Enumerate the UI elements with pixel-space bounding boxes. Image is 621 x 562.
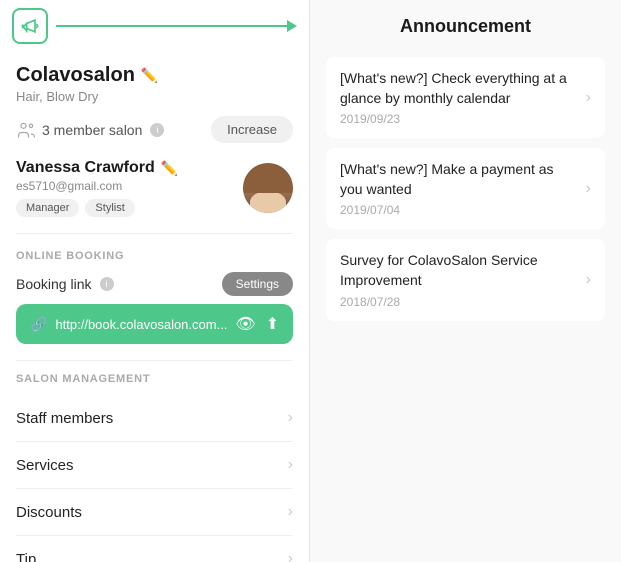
announcement-item-0[interactable]: [What's new?] Check everything at a glan… [326, 57, 605, 138]
avatar-hair [243, 163, 293, 193]
settings-button[interactable]: Settings [222, 272, 293, 296]
tag-stylist: Stylist [85, 199, 134, 217]
link-actions: 👁 ⬆ [235, 314, 279, 334]
info-icon[interactable]: i [150, 123, 164, 137]
avatar [243, 163, 293, 213]
staff-name-row: Vanessa Crawford ✏️ [16, 159, 233, 177]
top-bar [0, 0, 309, 52]
staff-email: es5710@gmail.com [16, 179, 233, 193]
salon-name-row: Colavosalon ✏️ [16, 64, 293, 87]
announcement-item-2[interactable]: Survey for ColavoSalon Service Improveme… [326, 239, 605, 320]
booking-left: Booking link i [16, 276, 114, 292]
menu-item-discounts[interactable]: Discounts › [16, 489, 293, 536]
announcement-content-0: [What's new?] Check everything at a glan… [340, 69, 576, 126]
salon-edit-icon[interactable]: ✏️ [141, 67, 158, 84]
announcement-item-1[interactable]: [What's new?] Make a payment as you want… [326, 148, 605, 229]
booking-row: Booking link i Settings [16, 272, 293, 296]
staff-name: Vanessa Crawford [16, 159, 155, 177]
salon-type: Hair, Blow Dry [16, 89, 293, 104]
member-left: 3 member salon i [16, 120, 164, 140]
staff-edit-icon[interactable]: ✏️ [161, 160, 178, 177]
left-panel: Colavosalon ✏️ Hair, Blow Dry 3 member s… [0, 0, 310, 562]
staff-card: Vanessa Crawford ✏️ es5710@gmail.com Man… [16, 159, 293, 234]
announcement-chevron-1: › [586, 180, 591, 198]
menu-discounts-label: Discounts [16, 504, 82, 521]
staff-tags: Manager Stylist [16, 199, 233, 217]
announcement-date-1: 2019/07/04 [340, 203, 576, 217]
member-row: 3 member salon i Increase [16, 116, 293, 143]
announcement-chevron-2: › [586, 271, 591, 289]
link-icon: 🔗 [30, 316, 47, 333]
salon-name: Colavosalon [16, 64, 135, 87]
booking-link-bar[interactable]: 🔗 http://book.colavosalon.com... 👁 ⬆ [16, 304, 293, 344]
right-panel: Announcement [What's new?] Check everyth… [310, 0, 621, 562]
chevron-staff: › [288, 409, 293, 427]
staff-info: Vanessa Crawford ✏️ es5710@gmail.com Man… [16, 159, 233, 217]
tag-manager: Manager [16, 199, 79, 217]
announcement-text-2: Survey for ColavoSalon Service Improveme… [340, 251, 576, 290]
booking-info-icon[interactable]: i [100, 277, 114, 291]
menu-services-label: Services [16, 457, 74, 474]
salon-management-label: SALON MANAGEMENT [16, 373, 293, 385]
main-content: Colavosalon ✏️ Hair, Blow Dry 3 member s… [0, 52, 309, 562]
menu-item-tip[interactable]: Tip › [16, 536, 293, 562]
online-booking-label: ONLINE BOOKING [16, 250, 293, 262]
chevron-tip: › [288, 550, 293, 562]
chevron-discounts: › [288, 503, 293, 521]
announcement-chevron-0: › [586, 89, 591, 107]
avatar-image [243, 163, 293, 213]
announcement-text-0: [What's new?] Check everything at a glan… [340, 69, 576, 108]
booking-link-label: Booking link [16, 276, 92, 292]
announcement-text-1: [What's new?] Make a payment as you want… [340, 160, 576, 199]
menu-tip-label: Tip [16, 551, 36, 562]
announcement-content-1: [What's new?] Make a payment as you want… [340, 160, 576, 217]
chevron-services: › [288, 456, 293, 474]
announcement-content-2: Survey for ColavoSalon Service Improveme… [340, 251, 576, 308]
increase-button[interactable]: Increase [211, 116, 293, 143]
members-icon [16, 120, 36, 140]
share-icon[interactable]: ⬆ [266, 314, 279, 334]
megaphone-button[interactable] [12, 8, 48, 44]
menu-staff-label: Staff members [16, 410, 113, 427]
arrow-connector [56, 20, 297, 32]
booking-link-text: http://book.colavosalon.com... [55, 317, 227, 332]
menu-item-staff[interactable]: Staff members › [16, 395, 293, 442]
member-count: 3 member salon [42, 122, 142, 138]
announcement-date-0: 2019/09/23 [340, 112, 576, 126]
announcement-date-2: 2018/07/28 [340, 295, 576, 309]
management-section: SALON MANAGEMENT Staff members › Service… [16, 360, 293, 562]
eye-icon[interactable]: 👁 [235, 314, 255, 334]
announcement-title: Announcement [326, 16, 605, 37]
menu-item-services[interactable]: Services › [16, 442, 293, 489]
